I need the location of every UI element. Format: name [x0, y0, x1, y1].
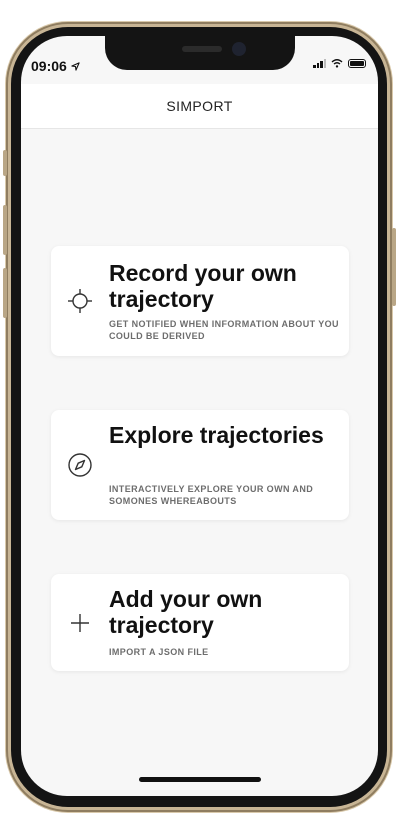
crosshair-icon: [68, 289, 92, 313]
explore-trajectories-card[interactable]: Explore trajectories INTERACTIVELY EXPLO…: [51, 410, 349, 520]
volume-up-button: [3, 205, 7, 255]
silent-switch: [3, 150, 7, 176]
wifi-icon: [331, 59, 343, 68]
battery-icon: [348, 58, 366, 68]
status-time-text: 09:06: [31, 58, 67, 74]
app-screen: 09:06 SIMPORT Record your own trajectory…: [21, 36, 378, 796]
home-indicator[interactable]: [139, 777, 261, 782]
card-subtitle: INTERACTIVELY EXPLORE YOUR OWN AND SOMON…: [109, 484, 314, 506]
location-arrow-icon: [71, 62, 80, 71]
card-subtitle: IMPORT A JSON FILE: [109, 647, 209, 657]
page-title: SIMPORT: [166, 98, 233, 114]
cellular-signal-icon: [313, 58, 326, 68]
status-icons: [313, 58, 366, 68]
plus-icon: [71, 614, 89, 632]
app-header: SIMPORT: [21, 84, 378, 129]
status-time: 09:06: [31, 58, 80, 74]
volume-down-button: [3, 268, 7, 318]
record-trajectory-card[interactable]: Record your own trajectory GET NOTIFIED …: [51, 246, 349, 356]
speaker-grille: [182, 46, 222, 52]
add-trajectory-card[interactable]: Add your own trajectory IMPORT A JSON FI…: [51, 574, 349, 671]
card-title: Explore trajectories: [109, 422, 324, 448]
notch: [105, 36, 295, 70]
front-camera: [232, 42, 246, 56]
card-title: Add your own trajectory: [109, 586, 263, 638]
card-title: Record your own trajectory: [109, 260, 297, 312]
power-button: [392, 228, 396, 306]
card-subtitle: GET NOTIFIED WHEN INFORMATION ABOUT YOU …: [109, 319, 339, 341]
compass-icon: [68, 453, 92, 477]
